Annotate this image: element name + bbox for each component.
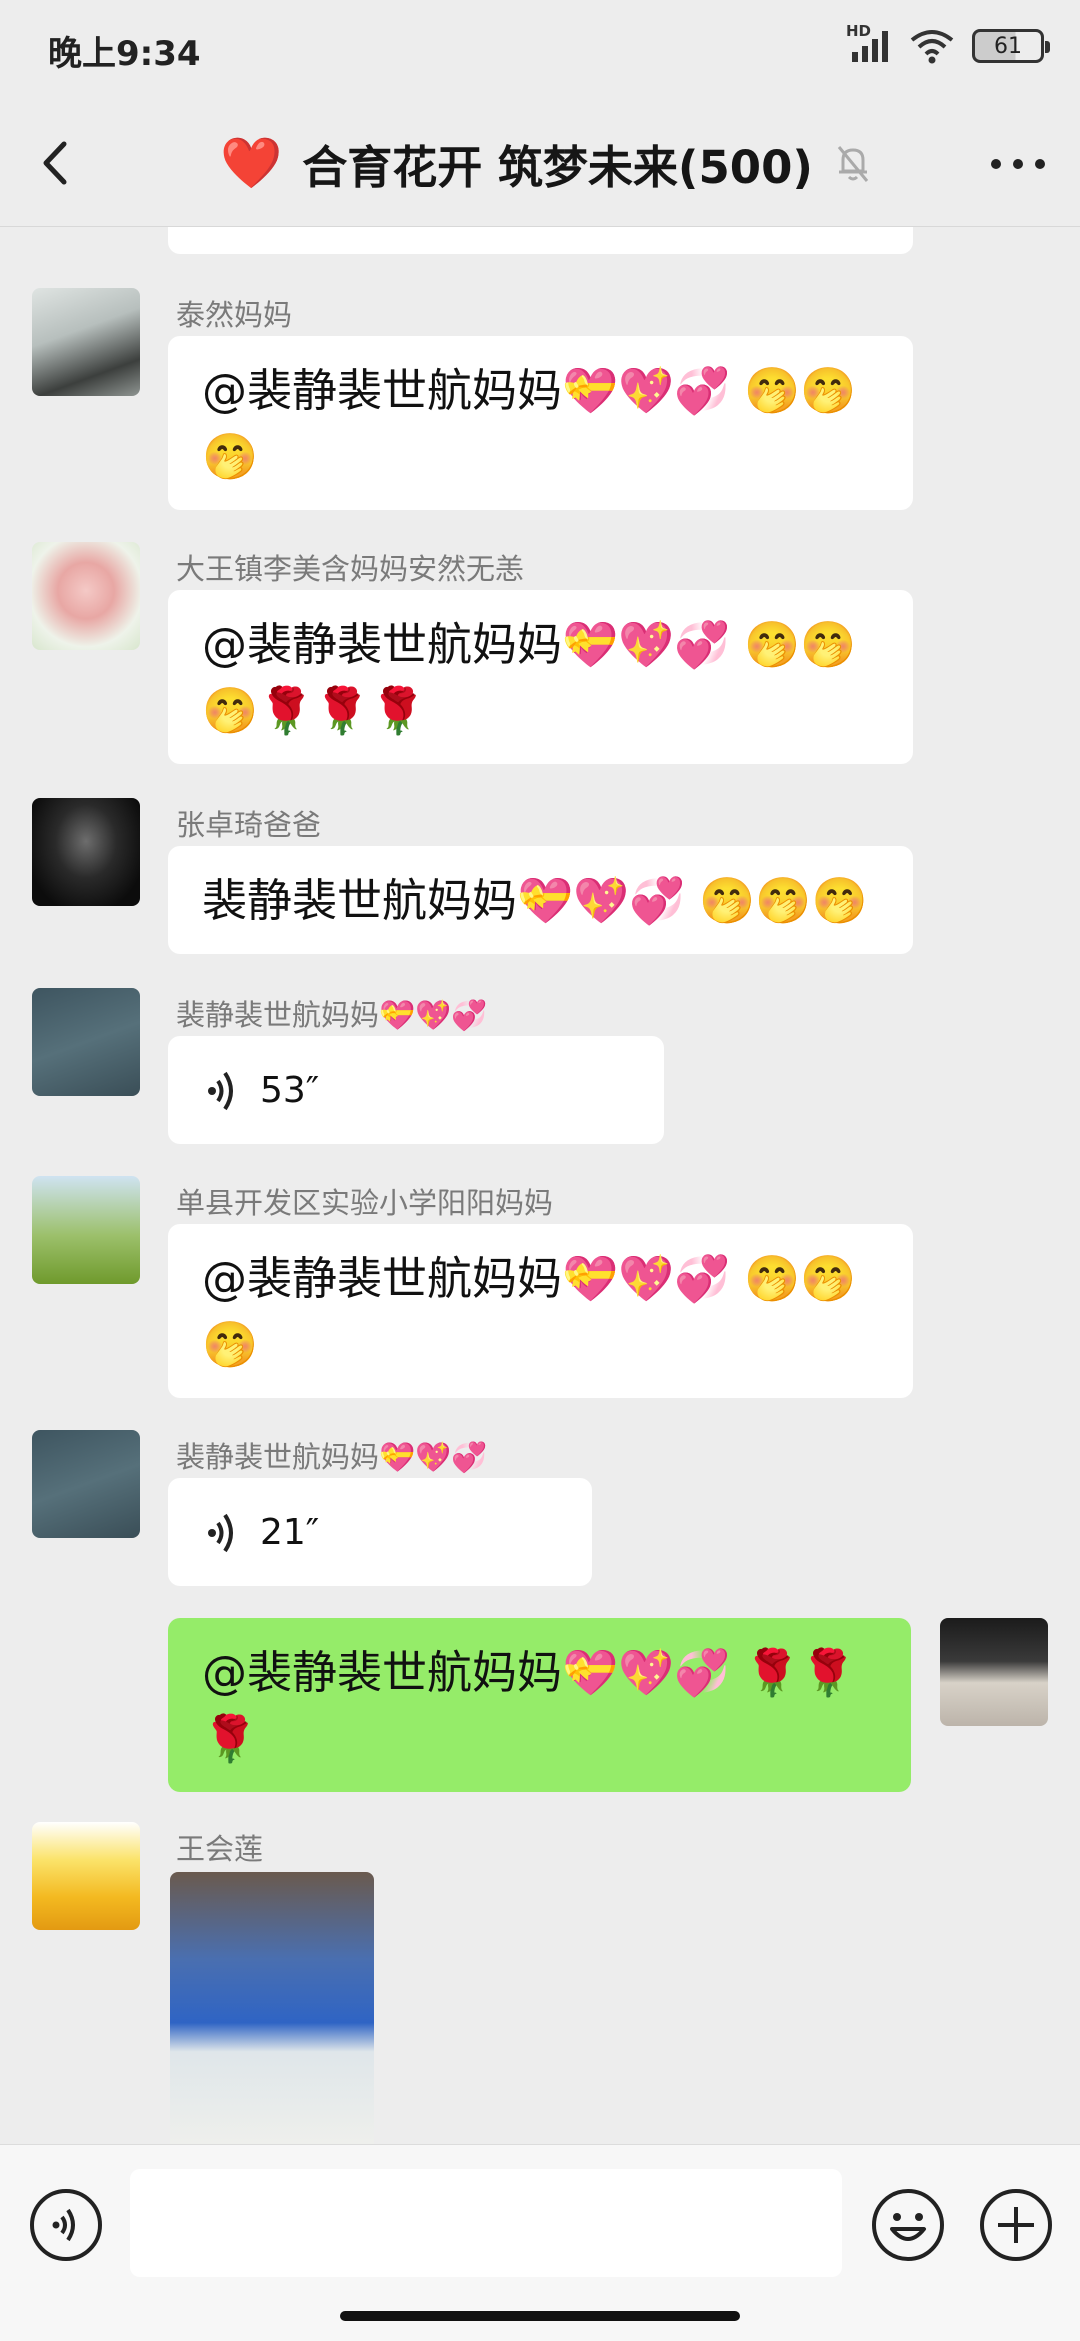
- more-icon[interactable]: [984, 136, 1052, 192]
- battery-level: 61: [994, 33, 1022, 59]
- emoji-icon[interactable]: [870, 2187, 946, 2263]
- message-bubble[interactable]: @裴静裴世航妈妈💝💖💞 🤭🤭🤭: [168, 336, 913, 510]
- plus-icon[interactable]: [978, 2187, 1054, 2263]
- sender-name: 单县开发区实验小学阳阳妈妈: [176, 1186, 554, 1220]
- chat-message-list[interactable]: 泰然妈妈 @裴静裴世航妈妈💝💖💞 🤭🤭🤭 大王镇李美含妈妈安然无恙 @裴静裴世航…: [0, 226, 1080, 2144]
- status-bar: 晚上9:34 HD 61: [0, 0, 1080, 100]
- voice-message-bubble[interactable]: 21″: [168, 1478, 592, 1586]
- sender-name: 裴静裴世航妈妈💝💖💞: [176, 998, 488, 1032]
- message-bubble[interactable]: @裴静裴世航妈妈💝💖💞 🤭🤭🤭🌹🌹🌹: [168, 590, 913, 764]
- message-bubble[interactable]: 裴静裴世航妈妈💝💖💞 🤭🤭🤭: [168, 846, 913, 954]
- avatar[interactable]: [32, 288, 140, 396]
- wifi-icon: [910, 28, 954, 64]
- chat-title-group[interactable]: ❤️ 合育花开 筑梦未来(500): [220, 128, 873, 198]
- avatar[interactable]: [32, 1176, 140, 1284]
- voice-message-bubble[interactable]: 53″: [168, 1036, 664, 1144]
- battery-icon: 61: [972, 29, 1050, 63]
- mute-bell-icon: [833, 141, 873, 185]
- sender-name: 王会莲: [176, 1832, 264, 1866]
- sender-name: 大王镇李美含妈妈安然无恙: [176, 552, 525, 586]
- voice-wave-icon: [202, 1060, 242, 1122]
- avatar[interactable]: [32, 988, 140, 1096]
- message-bubble[interactable]: @裴静裴世航妈妈💝💖💞 🤭🤭🤭: [168, 1224, 913, 1398]
- avatar[interactable]: [32, 798, 140, 906]
- voice-wave-icon: [202, 1502, 242, 1564]
- status-time: 晚上9:34: [48, 34, 201, 74]
- message-input[interactable]: [130, 2169, 842, 2277]
- message-bubble-previous[interactable]: [168, 226, 913, 254]
- image-message[interactable]: [170, 1872, 374, 2144]
- my-avatar[interactable]: [940, 1618, 1048, 1726]
- voice-input-icon[interactable]: [28, 2187, 104, 2263]
- home-indicator[interactable]: [340, 2311, 740, 2321]
- sender-name: 张卓琦爸爸: [176, 808, 322, 842]
- sender-name: 裴静裴世航妈妈💝💖💞: [176, 1440, 488, 1474]
- input-bar: [0, 2144, 1080, 2341]
- voice-duration: 21″: [260, 1512, 320, 1553]
- outgoing-message-bubble[interactable]: @裴静裴世航妈妈💝💖💞 🌹🌹🌹: [168, 1618, 911, 1792]
- chat-title: 合育花开 筑梦未来(500): [302, 140, 813, 194]
- chat-header: ❤️ 合育花开 筑梦未来(500): [0, 100, 1080, 227]
- sender-name: 泰然妈妈: [176, 298, 293, 332]
- signal-icon: HD: [846, 22, 892, 64]
- avatar[interactable]: [32, 1430, 140, 1538]
- avatar[interactable]: [32, 542, 140, 650]
- voice-duration: 53″: [260, 1070, 320, 1111]
- avatar[interactable]: [32, 1822, 140, 1930]
- heart-emoji: ❤️: [220, 133, 283, 192]
- status-icons: HD 61: [846, 22, 1050, 66]
- back-icon[interactable]: [30, 130, 90, 196]
